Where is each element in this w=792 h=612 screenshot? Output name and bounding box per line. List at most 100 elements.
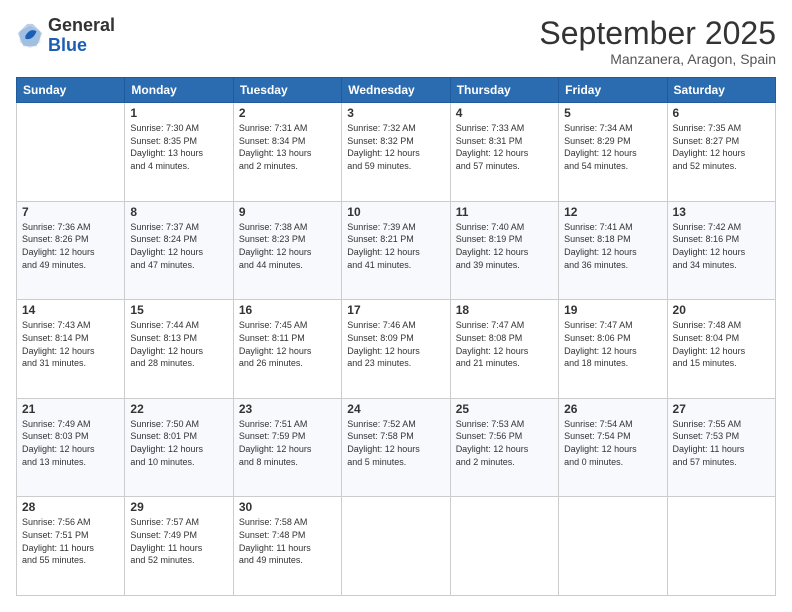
weekday-header-sunday: Sunday <box>17 78 125 103</box>
title-block: September 2025 Manzanera, Aragon, Spain <box>539 16 776 67</box>
logo-icon <box>16 22 44 50</box>
day-number: 18 <box>456 303 553 317</box>
day-number: 28 <box>22 500 119 514</box>
day-info: Sunrise: 7:34 AM Sunset: 8:29 PM Dayligh… <box>564 122 661 172</box>
day-number: 14 <box>22 303 119 317</box>
day-cell: 13 Sunrise: 7:42 AM Sunset: 8:16 PM Dayli… <box>667 201 775 300</box>
day-cell <box>17 103 125 202</box>
logo-text: General Blue <box>48 16 115 56</box>
header: General Blue September 2025 Manzanera, A… <box>16 16 776 67</box>
day-cell: 14 Sunrise: 7:43 AM Sunset: 8:14 PM Dayli… <box>17 300 125 399</box>
week-row-5: 28 Sunrise: 7:56 AM Sunset: 7:51 PM Dayli… <box>17 497 776 596</box>
day-cell: 5 Sunrise: 7:34 AM Sunset: 8:29 PM Daylig… <box>559 103 667 202</box>
day-cell: 2Sunrise: 7:31 AM Sunset: 8:34 PM Daylig… <box>233 103 341 202</box>
day-number: 16 <box>239 303 336 317</box>
day-cell: 27 Sunrise: 7:55 AM Sunset: 7:53 PM Dayli… <box>667 398 775 497</box>
day-cell: 24 Sunrise: 7:52 AM Sunset: 7:58 PM Dayli… <box>342 398 450 497</box>
day-info: Sunrise: 7:42 AM Sunset: 8:16 PM Dayligh… <box>673 221 770 271</box>
day-info: Sunrise: 7:55 AM Sunset: 7:53 PM Dayligh… <box>673 418 770 468</box>
day-info: Sunrise: 7:53 AM Sunset: 7:56 PM Dayligh… <box>456 418 553 468</box>
day-info: Sunrise: 7:51 AM Sunset: 7:59 PM Dayligh… <box>239 418 336 468</box>
week-row-1: 1Sunrise: 7:30 AM Sunset: 8:35 PM Daylig… <box>17 103 776 202</box>
day-cell: 26Sunrise: 7:54 AM Sunset: 7:54 PM Dayli… <box>559 398 667 497</box>
day-info: Sunrise: 7:35 AM Sunset: 8:27 PM Dayligh… <box>673 122 770 172</box>
day-number: 23 <box>239 402 336 416</box>
day-number: 12 <box>564 205 661 219</box>
day-cell: 8 Sunrise: 7:37 AM Sunset: 8:24 PM Daylig… <box>125 201 233 300</box>
day-info: Sunrise: 7:50 AM Sunset: 8:01 PM Dayligh… <box>130 418 227 468</box>
day-cell: 19 Sunrise: 7:47 AM Sunset: 8:06 PM Dayli… <box>559 300 667 399</box>
day-info: Sunrise: 7:37 AM Sunset: 8:24 PM Dayligh… <box>130 221 227 271</box>
day-info: Sunrise: 7:46 AM Sunset: 8:09 PM Dayligh… <box>347 319 444 369</box>
day-number: 30 <box>239 500 336 514</box>
day-info: Sunrise: 7:52 AM Sunset: 7:58 PM Dayligh… <box>347 418 444 468</box>
day-number: 5 <box>564 106 661 120</box>
day-number: 13 <box>673 205 770 219</box>
day-number: 29 <box>130 500 227 514</box>
day-info: Sunrise: 7:48 AM Sunset: 8:04 PM Dayligh… <box>673 319 770 369</box>
day-cell: 4Sunrise: 7:33 AM Sunset: 8:31 PM Daylig… <box>450 103 558 202</box>
day-info: Sunrise: 7:30 AM Sunset: 8:35 PM Dayligh… <box>130 122 227 172</box>
day-number: 24 <box>347 402 444 416</box>
day-number: 22 <box>130 402 227 416</box>
day-number: 27 <box>673 402 770 416</box>
day-info: Sunrise: 7:49 AM Sunset: 8:03 PM Dayligh… <box>22 418 119 468</box>
week-row-3: 14 Sunrise: 7:43 AM Sunset: 8:14 PM Dayli… <box>17 300 776 399</box>
day-info: Sunrise: 7:33 AM Sunset: 8:31 PM Dayligh… <box>456 122 553 172</box>
day-number: 21 <box>22 402 119 416</box>
day-info: Sunrise: 7:36 AM Sunset: 8:26 PM Dayligh… <box>22 221 119 271</box>
day-cell: 30 Sunrise: 7:58 AM Sunset: 7:48 PM Dayli… <box>233 497 341 596</box>
day-info: Sunrise: 7:38 AM Sunset: 8:23 PM Dayligh… <box>239 221 336 271</box>
day-cell <box>450 497 558 596</box>
day-cell: 3 Sunrise: 7:32 AM Sunset: 8:32 PM Daylig… <box>342 103 450 202</box>
day-info: Sunrise: 7:57 AM Sunset: 7:49 PM Dayligh… <box>130 516 227 566</box>
day-cell: 29 Sunrise: 7:57 AM Sunset: 7:49 PM Dayli… <box>125 497 233 596</box>
day-cell: 21 Sunrise: 7:49 AM Sunset: 8:03 PM Dayli… <box>17 398 125 497</box>
weekday-header-row: SundayMondayTuesdayWednesdayThursdayFrid… <box>17 78 776 103</box>
week-row-4: 21 Sunrise: 7:49 AM Sunset: 8:03 PM Dayli… <box>17 398 776 497</box>
weekday-header-wednesday: Wednesday <box>342 78 450 103</box>
day-cell: 9 Sunrise: 7:38 AM Sunset: 8:23 PM Daylig… <box>233 201 341 300</box>
month-title: September 2025 <box>539 16 776 51</box>
day-info: Sunrise: 7:56 AM Sunset: 7:51 PM Dayligh… <box>22 516 119 566</box>
day-cell: 11 Sunrise: 7:40 AM Sunset: 8:19 PM Dayli… <box>450 201 558 300</box>
day-cell: 15Sunrise: 7:44 AM Sunset: 8:13 PM Dayli… <box>125 300 233 399</box>
day-info: Sunrise: 7:54 AM Sunset: 7:54 PM Dayligh… <box>564 418 661 468</box>
weekday-header-thursday: Thursday <box>450 78 558 103</box>
day-info: Sunrise: 7:40 AM Sunset: 8:19 PM Dayligh… <box>456 221 553 271</box>
day-info: Sunrise: 7:45 AM Sunset: 8:11 PM Dayligh… <box>239 319 336 369</box>
day-info: Sunrise: 7:32 AM Sunset: 8:32 PM Dayligh… <box>347 122 444 172</box>
day-number: 10 <box>347 205 444 219</box>
logo: General Blue <box>16 16 115 56</box>
day-number: 7 <box>22 205 119 219</box>
day-number: 8 <box>130 205 227 219</box>
day-number: 25 <box>456 402 553 416</box>
day-number: 11 <box>456 205 553 219</box>
day-cell <box>667 497 775 596</box>
day-cell: 20 Sunrise: 7:48 AM Sunset: 8:04 PM Dayli… <box>667 300 775 399</box>
day-number: 19 <box>564 303 661 317</box>
day-cell <box>559 497 667 596</box>
day-info: Sunrise: 7:58 AM Sunset: 7:48 PM Dayligh… <box>239 516 336 566</box>
day-cell: 22 Sunrise: 7:50 AM Sunset: 8:01 PM Dayli… <box>125 398 233 497</box>
location: Manzanera, Aragon, Spain <box>539 51 776 67</box>
day-cell: 25 Sunrise: 7:53 AM Sunset: 7:56 PM Dayli… <box>450 398 558 497</box>
day-number: 9 <box>239 205 336 219</box>
weekday-header-tuesday: Tuesday <box>233 78 341 103</box>
day-cell: 10 Sunrise: 7:39 AM Sunset: 8:21 PM Dayli… <box>342 201 450 300</box>
day-info: Sunrise: 7:47 AM Sunset: 8:06 PM Dayligh… <box>564 319 661 369</box>
day-cell: 23 Sunrise: 7:51 AM Sunset: 7:59 PM Dayli… <box>233 398 341 497</box>
day-cell: 7 Sunrise: 7:36 AM Sunset: 8:26 PM Daylig… <box>17 201 125 300</box>
week-row-2: 7 Sunrise: 7:36 AM Sunset: 8:26 PM Daylig… <box>17 201 776 300</box>
day-number: 17 <box>347 303 444 317</box>
day-number: 6 <box>673 106 770 120</box>
day-cell: 6 Sunrise: 7:35 AM Sunset: 8:27 PM Daylig… <box>667 103 775 202</box>
day-cell: 12Sunrise: 7:41 AM Sunset: 8:18 PM Dayli… <box>559 201 667 300</box>
day-cell: 28 Sunrise: 7:56 AM Sunset: 7:51 PM Dayli… <box>17 497 125 596</box>
day-cell: 18Sunrise: 7:47 AM Sunset: 8:08 PM Dayli… <box>450 300 558 399</box>
day-number: 3 <box>347 106 444 120</box>
day-cell <box>342 497 450 596</box>
day-info: Sunrise: 7:39 AM Sunset: 8:21 PM Dayligh… <box>347 221 444 271</box>
day-number: 20 <box>673 303 770 317</box>
day-info: Sunrise: 7:43 AM Sunset: 8:14 PM Dayligh… <box>22 319 119 369</box>
